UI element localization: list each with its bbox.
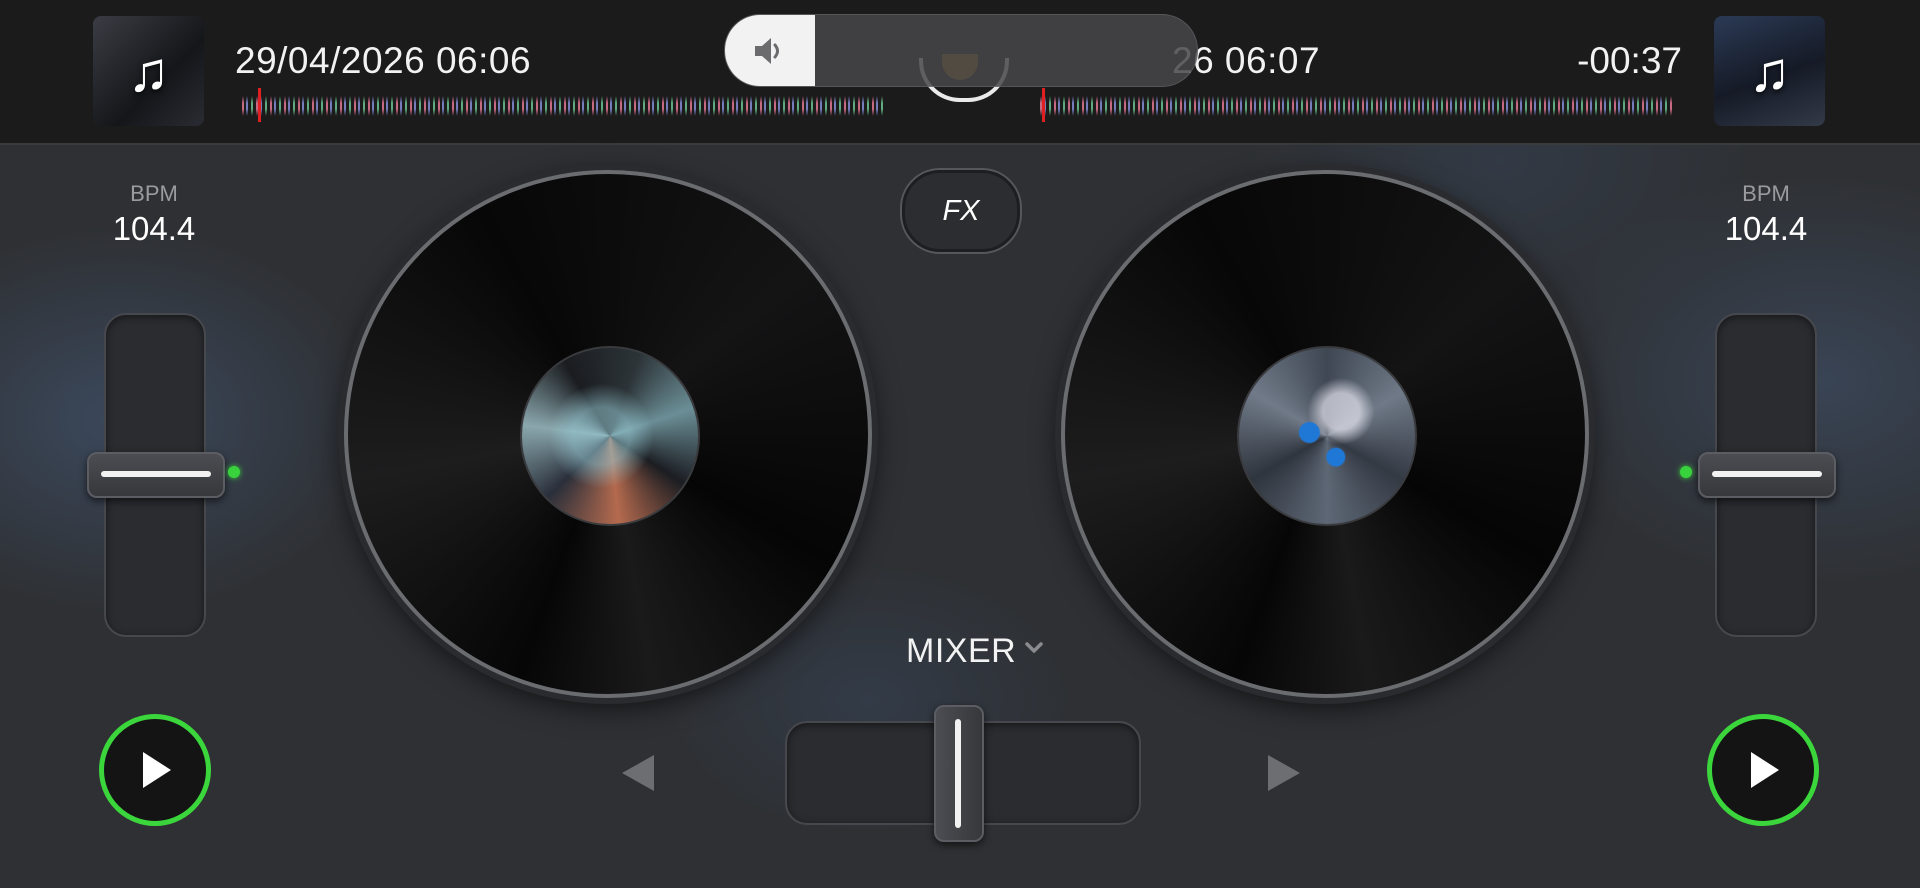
speaker-icon [755,38,779,64]
left-bpm-label: BPM [130,181,178,206]
right-playhead [1042,88,1045,122]
music-note-icon: ♫ [127,39,170,103]
nudge-right-icon[interactable] [1264,751,1304,795]
left-track-title: 29/04/2026 06:06 [235,40,532,81]
right-play-button[interactable] [1707,714,1819,826]
left-play-button[interactable] [99,714,211,826]
right-waveform[interactable] [1040,96,1674,116]
left-pitch-handle[interactable] [87,452,225,498]
play-icon [143,752,171,788]
artwork-image [1239,348,1415,524]
mixer-dropdown-label[interactable]: MIXER [906,632,1016,671]
chevron-down-icon[interactable] [1024,641,1044,655]
left-turntable[interactable] [344,170,872,698]
left-waveform[interactable] [242,96,884,116]
right-pitch-center-indicator [1680,466,1692,478]
play-icon [1751,752,1779,788]
right-pitch-handle[interactable] [1698,452,1836,498]
left-bpm-value[interactable]: 104.4 [94,210,214,248]
left-pitch-center-indicator [228,466,240,478]
right-turntable[interactable] [1061,170,1589,698]
right-bpm-label: BPM [1742,181,1790,206]
music-note-icon: ♫ [1748,39,1791,103]
right-bpm-value[interactable]: 104.4 [1706,210,1826,248]
right-time-remaining: -00:37 [1577,40,1682,81]
fx-button[interactable]: FX [902,170,1020,252]
right-record-label [1237,346,1417,526]
volume-overlay[interactable] [724,14,1198,87]
nudge-left-icon[interactable] [618,751,658,795]
right-track-artwork[interactable]: ♫ [1714,16,1825,126]
left-track-artwork[interactable]: ♫ [93,16,204,126]
left-playhead [258,88,261,122]
artwork-image [522,348,698,524]
left-record-label [520,346,700,526]
crossfader-handle[interactable] [934,705,984,842]
